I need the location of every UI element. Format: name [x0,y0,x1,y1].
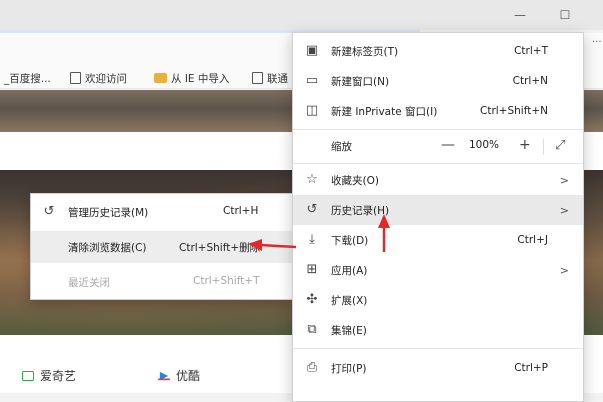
annotation-arrowhead [248,239,262,251]
annotation-arrowhead [378,214,390,228]
annotation-arrows [248,214,390,252]
annotation-arrow-line [259,243,297,249]
